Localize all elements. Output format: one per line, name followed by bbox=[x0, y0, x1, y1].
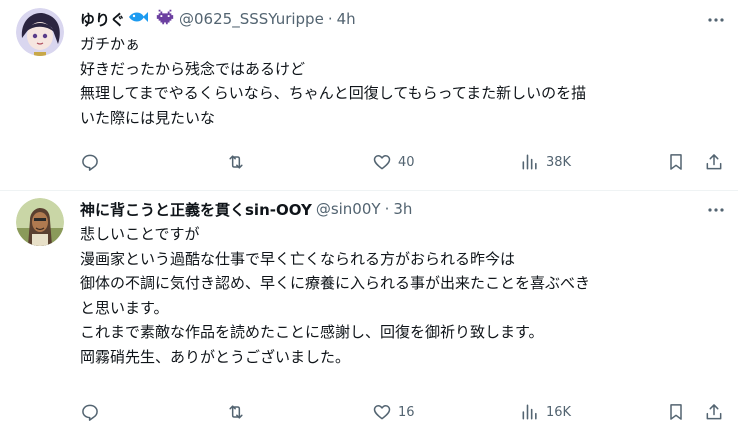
separator-dot: · bbox=[327, 10, 333, 28]
tweet-line: これまで素敵な作品を読めたことに感謝し、回復を御祈り致します。 bbox=[80, 323, 544, 341]
reply-button[interactable] bbox=[80, 402, 106, 422]
separator-dot: · bbox=[384, 200, 390, 218]
like-button[interactable]: 16 bbox=[372, 402, 415, 422]
tweet[interactable]: ゆりぐ @0625_SSSYurippe · 4h ガチかぁ 好きだったから残念… bbox=[0, 0, 738, 190]
bookmark-icon bbox=[670, 404, 682, 420]
more-options-icon[interactable] bbox=[706, 10, 726, 30]
avatar[interactable] bbox=[16, 198, 64, 246]
views-button[interactable]: 38K bbox=[520, 152, 571, 172]
tweet-line: いた際には見たいな bbox=[80, 108, 216, 127]
author-name[interactable]: ゆりぐ bbox=[80, 9, 125, 30]
tweet-line: と思います。 bbox=[80, 298, 169, 317]
views-chart-icon bbox=[522, 404, 537, 420]
bookmark-icon bbox=[670, 154, 682, 170]
like-count: 16 bbox=[398, 404, 415, 420]
views-chart-icon bbox=[522, 154, 537, 170]
space-invader-emoji-icon bbox=[155, 9, 175, 29]
retweet-icon bbox=[229, 155, 243, 169]
share-button[interactable] bbox=[704, 152, 724, 172]
bookmark-button[interactable] bbox=[666, 402, 686, 422]
author-handle[interactable]: @0625_SSSYurippe bbox=[179, 10, 324, 28]
tweet[interactable]: 神に背こうと正義を貫くsin-OOY @sin00Y · 3h 悲しいことですが… bbox=[0, 190, 738, 443]
fish-emoji-icon bbox=[127, 9, 149, 29]
tweet-text: ガチかぁ 好きだったから残念ではあるけど 無理してまでやるくらいなら、ちゃんと回… bbox=[80, 32, 730, 130]
share-button[interactable] bbox=[704, 402, 724, 422]
bookmark-button[interactable] bbox=[666, 152, 686, 172]
view-count: 16K bbox=[546, 404, 572, 420]
tweet-line: 悲しいことですが bbox=[80, 225, 200, 243]
share-icon bbox=[706, 404, 722, 420]
tweet-line: 漫画家という過酷な仕事で早く亡くなられる方がおられる昨今は bbox=[80, 249, 516, 268]
author-name[interactable]: 神に背こうと正義を貫くsin-OOY bbox=[80, 199, 312, 220]
tweet-line: 好きだったから残念ではあるけど bbox=[80, 59, 306, 78]
tweet-line: 無理してまでやるくらいなら、ちゃんと回復してもらってまた新しいのを描 bbox=[80, 84, 587, 102]
more-options-icon[interactable] bbox=[706, 200, 726, 220]
tweet-text: 悲しいことですが 漫画家という過酷な仕事で早く亡くなられる方がおられる昨今は 御… bbox=[80, 222, 730, 369]
tweet-line: ガチかぁ bbox=[80, 35, 141, 53]
author-handle[interactable]: @sin00Y bbox=[316, 200, 381, 218]
share-icon bbox=[706, 154, 722, 170]
like-count: 40 bbox=[398, 154, 415, 170]
tweet-header: ゆりぐ @0625_SSSYurippe · 4h bbox=[80, 8, 356, 30]
views-button[interactable]: 16K bbox=[520, 402, 571, 422]
retweet-button[interactable] bbox=[226, 152, 252, 172]
reply-button[interactable] bbox=[80, 152, 106, 172]
like-button[interactable]: 40 bbox=[372, 152, 415, 172]
avatar[interactable] bbox=[16, 8, 64, 56]
heart-icon bbox=[373, 405, 391, 420]
reply-icon bbox=[82, 404, 98, 421]
tweet-line: 御体の不調に気付き認め、早くに療養に入られる事が出来たことを喜ぶべき bbox=[80, 274, 591, 292]
heart-icon bbox=[373, 155, 391, 170]
tweet-actions: 16 16K bbox=[80, 402, 726, 422]
retweet-icon bbox=[229, 405, 243, 419]
timestamp[interactable]: 4h bbox=[337, 10, 356, 28]
reply-icon bbox=[82, 154, 98, 171]
tweet-line: 岡霧硝先生、ありがとうございました。 bbox=[80, 347, 351, 366]
tweet-actions: 40 38K bbox=[80, 152, 726, 172]
timestamp[interactable]: 3h bbox=[393, 200, 412, 218]
view-count: 38K bbox=[546, 154, 572, 170]
tweet-header: 神に背こうと正義を貫くsin-OOY @sin00Y · 3h bbox=[80, 198, 412, 220]
retweet-button[interactable] bbox=[226, 402, 252, 422]
